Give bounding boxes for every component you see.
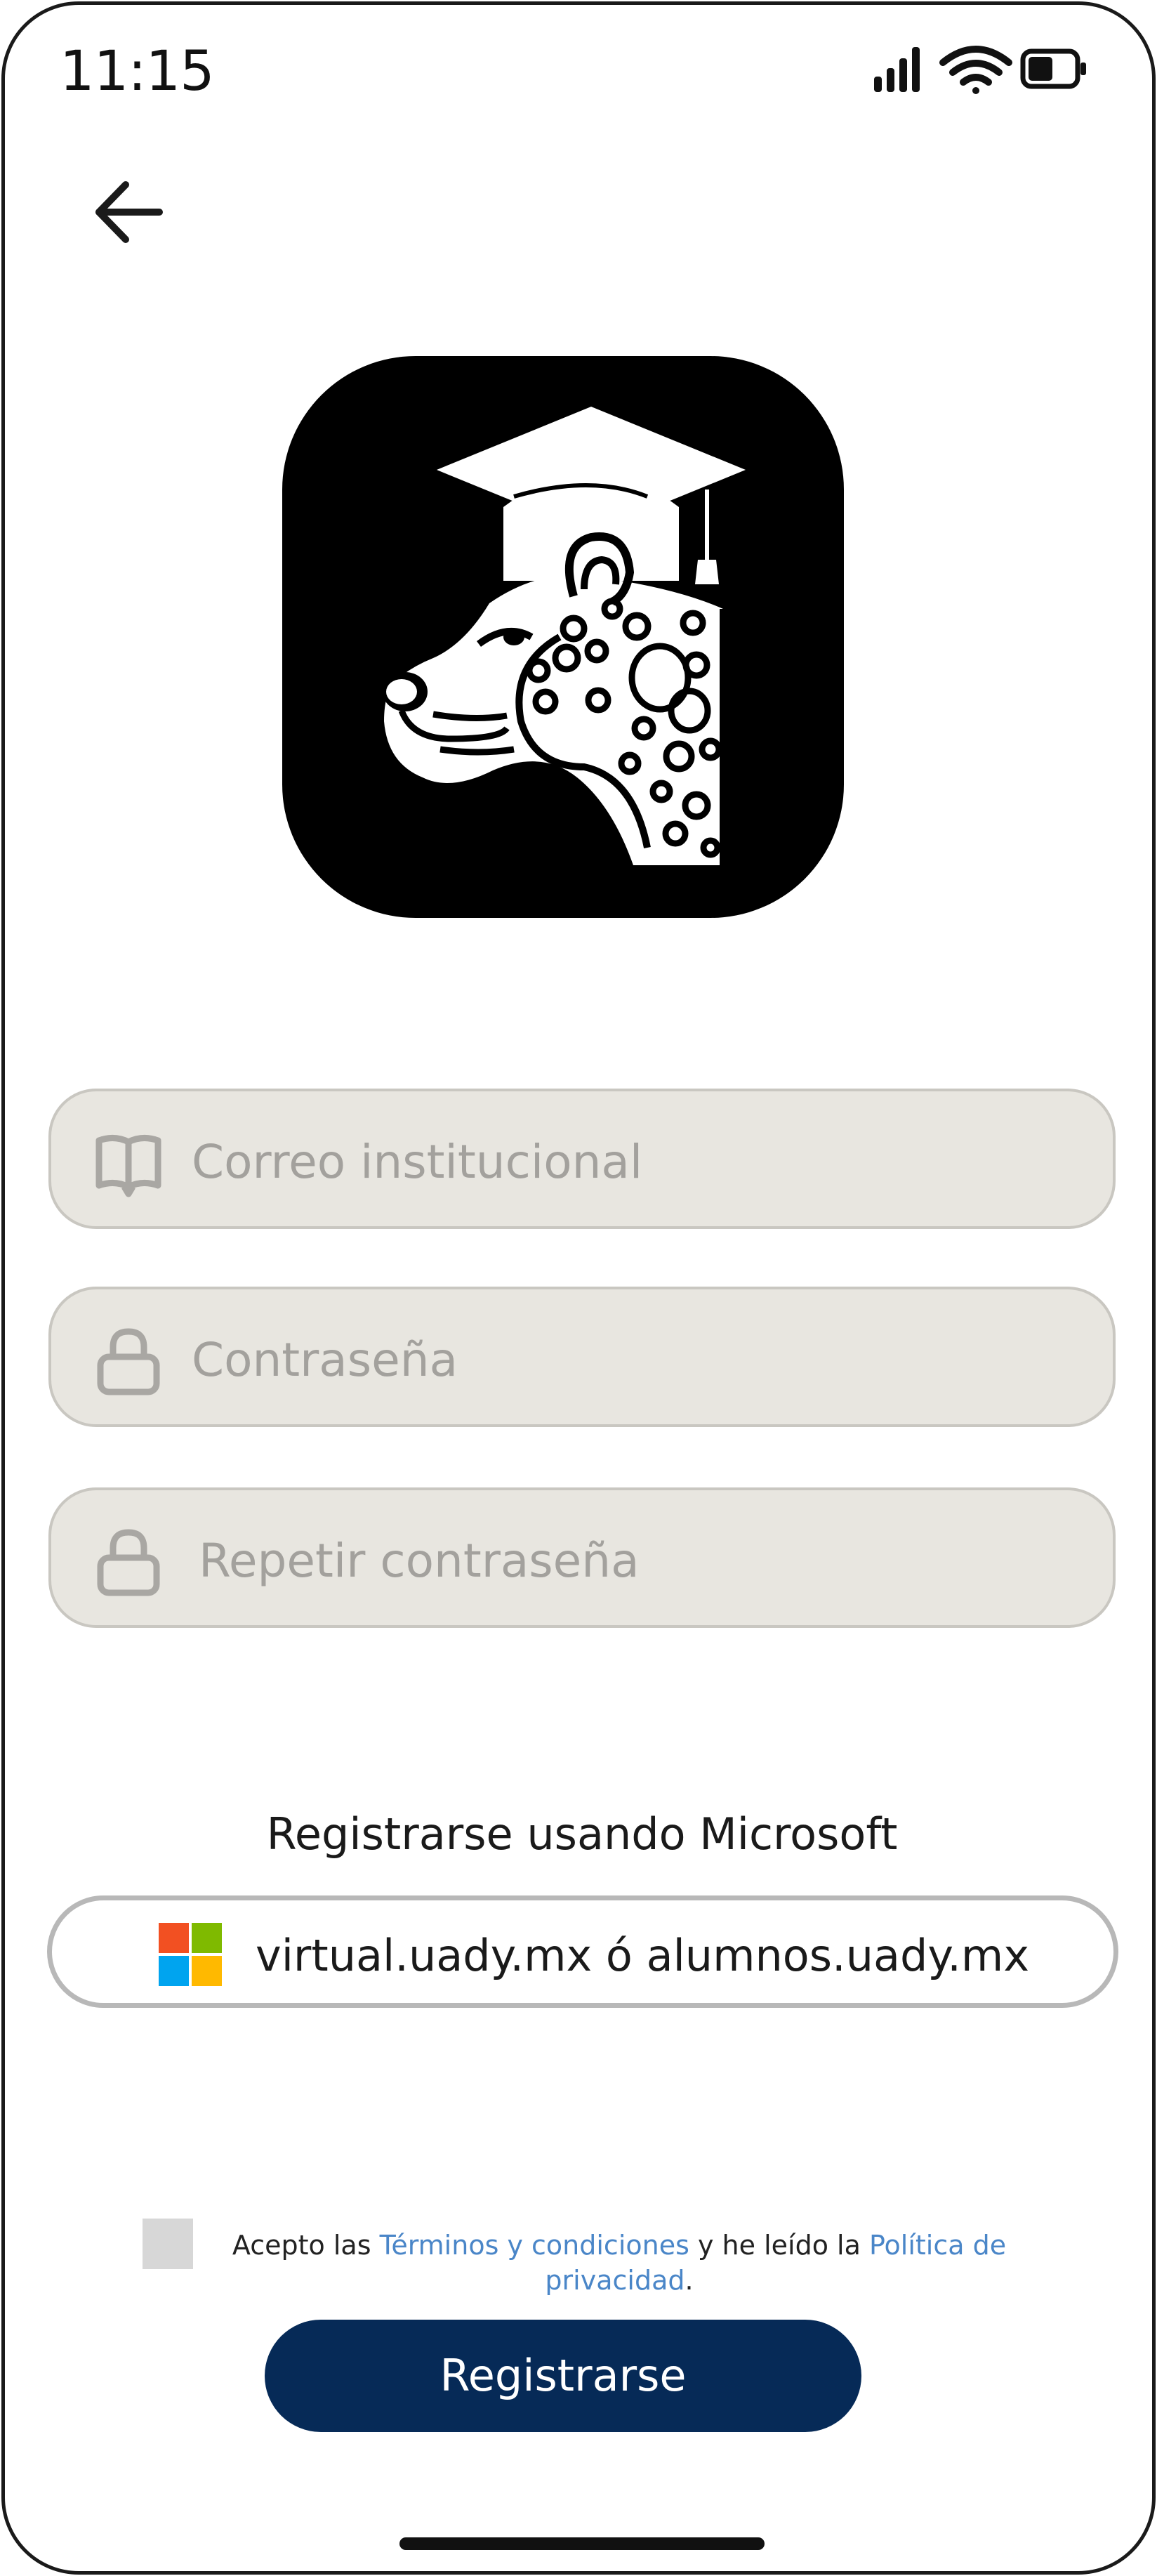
terms-text-before: Acepto las — [232, 2230, 380, 2261]
app-logo — [270, 342, 857, 929]
arrow-left-icon — [95, 181, 163, 243]
repeat-password-field[interactable]: Repetir contraseña — [48, 1487, 1116, 1628]
battery-icon — [1020, 48, 1086, 89]
password-field[interactable]: Contraseña — [48, 1287, 1116, 1427]
phone-screen: 11:15 Correo institucional Contraseña Re… — [1, 1, 1156, 2575]
password-placeholder: Contraseña — [192, 1333, 458, 1387]
email-placeholder: Correo institucional — [192, 1135, 643, 1189]
microsoft-logo-icon — [159, 1923, 222, 1986]
lock-icon — [93, 1527, 164, 1597]
lock-icon — [93, 1326, 164, 1396]
home-indicator[interactable] — [399, 2537, 765, 2550]
status-time: 11:15 — [60, 40, 215, 103]
email-field[interactable]: Correo institucional — [48, 1089, 1116, 1229]
wifi-icon — [939, 46, 1012, 94]
status-icons — [867, 41, 1092, 98]
terms-text-after: . — [685, 2265, 694, 2296]
terms-link[interactable]: Términos y condiciones — [380, 2230, 689, 2261]
microsoft-heading: Registrarse usando Microsoft — [266, 1808, 898, 1860]
repeat-password-placeholder: Repetir contraseña — [199, 1534, 640, 1588]
microsoft-button-label: virtual.uady.mx ó alumnos.uady.mx — [256, 1930, 1030, 1981]
jaguar-graduation-cap-icon — [270, 342, 857, 929]
microsoft-signup-button[interactable]: virtual.uady.mx ó alumnos.uady.mx — [47, 1895, 1118, 2008]
back-button[interactable] — [89, 173, 173, 251]
book-icon — [93, 1128, 164, 1198]
terms-text: Acepto las Términos y condiciones y he l… — [216, 2228, 1023, 2298]
terms-text-middle: y he leído la — [689, 2230, 869, 2261]
signal-icon — [874, 47, 920, 92]
terms-checkbox[interactable] — [143, 2219, 193, 2269]
register-button[interactable]: Registrarse — [265, 2320, 861, 2432]
